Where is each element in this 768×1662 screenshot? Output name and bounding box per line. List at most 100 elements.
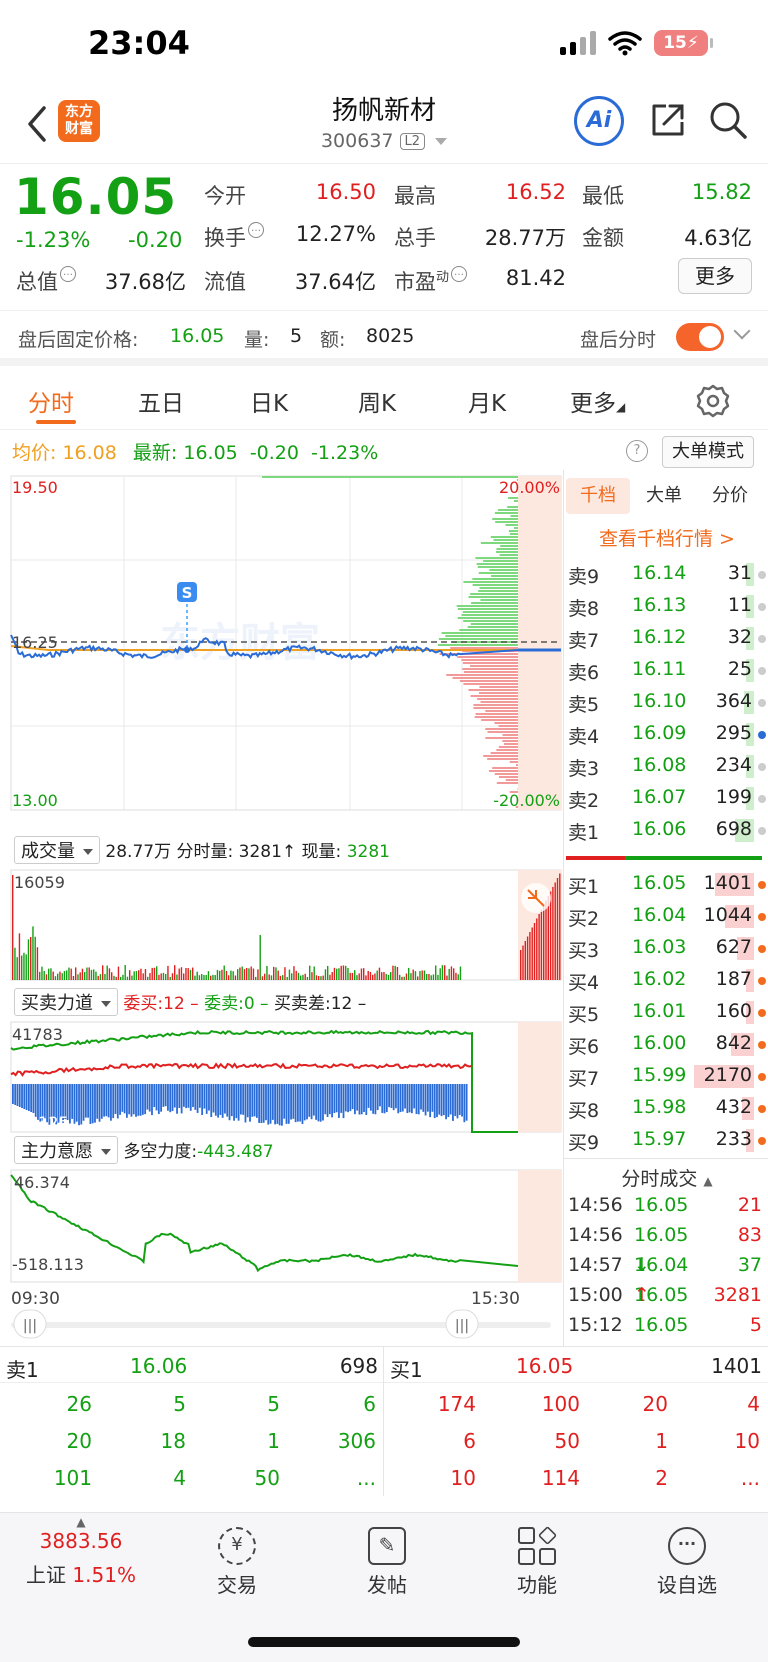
force-bar	[75, 1084, 78, 1122]
volume-panel-frame	[10, 869, 562, 981]
share-icon[interactable]	[648, 100, 688, 140]
tab-five-day[interactable]: 五日	[138, 384, 184, 418]
ai-assistant-button[interactable]: Ai	[574, 96, 624, 146]
force-bar	[107, 1084, 110, 1118]
bid-price: 15.99	[632, 1064, 687, 1086]
tab-post-label: 发帖	[367, 1573, 407, 1597]
force-bar	[317, 1084, 320, 1122]
ask-row[interactable]: 卖1 16.06 698	[566, 814, 768, 846]
bid-row[interactable]: 买8 15.98 432	[566, 1092, 768, 1124]
bid-level-label: 买6	[568, 1036, 600, 1058]
queue-sell-label: 卖1	[6, 1358, 39, 1382]
bid-row[interactable]: 买1 16.05 1401	[566, 868, 768, 900]
intraday-chart[interactable]: 东方财富 S 19.50 16.25 13.00 20.00% -20.00% …	[0, 470, 562, 1340]
volume-max-label: 16059	[14, 873, 65, 892]
tab-intraday[interactable]: 分时	[28, 384, 74, 418]
queue-order: 114	[541, 1466, 580, 1490]
bid-row[interactable]: 买5 16.01 160	[566, 996, 768, 1028]
queue-order: 20	[66, 1429, 92, 1453]
depth-bar	[481, 719, 518, 721]
depth-bar	[499, 554, 518, 556]
volume-bar	[282, 975, 284, 980]
tick-time: 14:56	[568, 1194, 623, 1216]
tab-monthly-k[interactable]: 月K	[468, 384, 506, 418]
bid-row[interactable]: 买9 15.97 233	[566, 1124, 768, 1156]
tab-function[interactable]: 功能	[462, 1513, 612, 1598]
tab-daily-k[interactable]: 日K	[250, 384, 288, 418]
tick-volume: 83	[737, 1224, 762, 1246]
help-icon[interactable]: ?	[626, 440, 648, 462]
gear-icon[interactable]	[694, 382, 732, 420]
search-icon[interactable]	[708, 100, 748, 140]
index-ticker[interactable]: ▲ 3883.56 上证 1.51%	[6, 1513, 156, 1588]
ask-row[interactable]: 卖7 16.12 32	[566, 622, 768, 654]
info-icon[interactable]: …	[451, 266, 468, 282]
volume-indicator-dropdown[interactable]: 成交量	[14, 836, 100, 864]
tab-post[interactable]: ✎ 发帖	[312, 1513, 462, 1598]
depth-bar	[496, 548, 518, 550]
ask-row[interactable]: 卖3 16.08 234	[566, 750, 768, 782]
ask-row[interactable]: 卖4 16.09 295	[566, 718, 768, 750]
chevron-down-icon[interactable]	[733, 322, 751, 340]
volume-bar	[45, 974, 48, 980]
info-icon[interactable]: …	[248, 222, 264, 238]
tab-more[interactable]: 更多◢	[570, 384, 625, 418]
ask-row[interactable]: 卖6 16.11 25	[566, 654, 768, 686]
after-hours-toggle[interactable]	[676, 323, 724, 351]
tab-depth[interactable]: 千档	[566, 478, 630, 514]
float-label: 流值	[204, 270, 246, 294]
volume-bar	[111, 972, 113, 980]
tab-weekly-k[interactable]: 周K	[358, 384, 396, 418]
tick-title[interactable]: 分时成交 ▲	[566, 1164, 768, 1191]
tab-watchlist-label: 设自选	[657, 1573, 717, 1597]
depth-bar	[477, 566, 518, 568]
volume-bar	[419, 971, 421, 980]
bid-row[interactable]: 买6 16.00 842	[566, 1028, 768, 1060]
depth-bar	[479, 686, 518, 688]
force-bar	[431, 1084, 434, 1112]
volume-bar	[383, 971, 385, 980]
ask-row[interactable]: 卖9 16.14 31	[566, 558, 768, 590]
bid-row[interactable]: 买3 16.03 627	[566, 932, 768, 964]
force-bar	[203, 1084, 206, 1109]
after-hours-volume-bar	[543, 905, 545, 980]
bid-row[interactable]: 买2 16.04 1044	[566, 900, 768, 932]
bid-row[interactable]: 买4 16.02 187	[566, 964, 768, 996]
force-bar	[283, 1084, 286, 1119]
ask-row[interactable]: 卖8 16.13 11	[566, 590, 768, 622]
after-hours-volume-bar	[554, 882, 556, 980]
bid-price: 16.02	[632, 968, 687, 990]
volume-bar	[228, 975, 230, 980]
volume-total: 28.77万	[105, 842, 172, 862]
volume-bar	[275, 967, 277, 980]
tab-trade[interactable]: ¥ 交易	[162, 1513, 312, 1598]
big-order-mode-button[interactable]: 大单模式	[662, 436, 754, 468]
volume-bar	[428, 973, 430, 980]
open-value: 16.50	[315, 180, 376, 204]
force-indicator-dropdown[interactable]: 买卖力道	[14, 988, 118, 1016]
depth-bar	[502, 734, 518, 736]
volume-bar	[401, 976, 403, 980]
volume-bar	[385, 973, 387, 980]
bid-row[interactable]: 买7 15.99 2170	[566, 1060, 768, 1092]
grid-cell	[518, 1527, 535, 1544]
more-quote-button[interactable]: 更多	[678, 258, 752, 294]
force-bar	[164, 1084, 167, 1107]
tab-add-watchlist[interactable]: ··· 设自选	[612, 1513, 762, 1598]
force-bar	[246, 1084, 249, 1118]
force-bar	[34, 1084, 37, 1117]
after-hours-volume-bar	[536, 918, 538, 980]
after-hours-area-main	[518, 1170, 561, 1282]
tab-big-orders[interactable]: 大单	[632, 478, 696, 514]
ask-row[interactable]: 卖2 16.07 199	[566, 782, 768, 814]
ask-row[interactable]: 卖5 16.10 364	[566, 686, 768, 718]
info-icon[interactable]: …	[60, 266, 76, 282]
force-bar	[201, 1084, 204, 1116]
force-bar	[196, 1084, 199, 1113]
view-depth-link[interactable]: 查看千档行情 >	[566, 524, 768, 551]
main-indicator-dropdown[interactable]: 主力意愿	[14, 1136, 118, 1164]
volume-bar	[160, 973, 162, 980]
depth-bar	[479, 587, 518, 589]
volume-bar	[201, 973, 203, 980]
tab-price-distribution[interactable]: 分价	[698, 478, 762, 514]
